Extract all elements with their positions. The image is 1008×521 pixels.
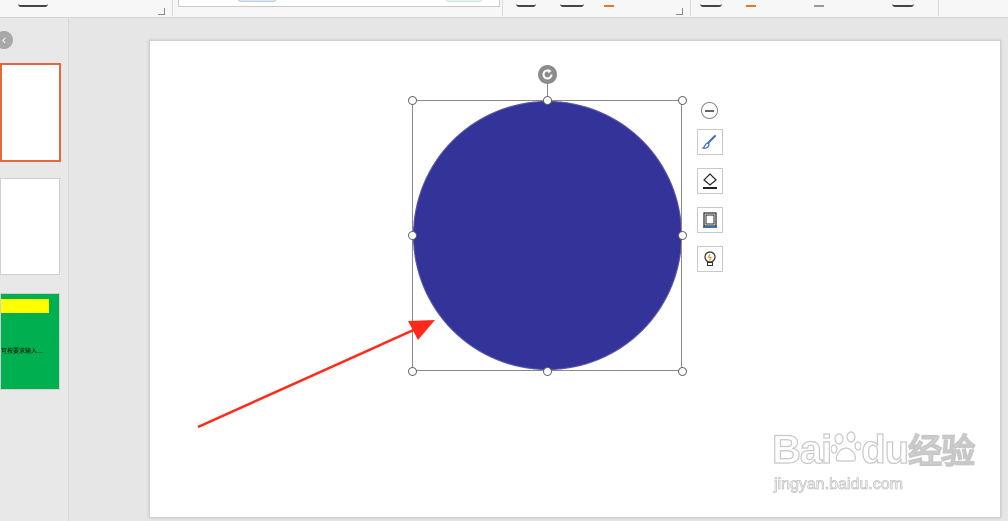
slide-thumbnail-panel[interactable]: ‹ 可按要求输入… xyxy=(0,18,69,521)
collapse-panel-icon[interactable]: ‹ xyxy=(0,31,13,49)
ribbon-divider xyxy=(690,0,691,16)
shape-fill-icon[interactable] xyxy=(746,0,756,7)
font-color-icon[interactable] xyxy=(604,0,614,7)
baidu-watermark: Bai du经验 jingyan.baidu.com xyxy=(771,410,975,500)
ribbon-text-fragment xyxy=(560,0,584,7)
ribbon-text-fragment xyxy=(700,0,722,7)
resize-handle-right[interactable] xyxy=(678,231,687,240)
thumbnail-text: 可按要求输入… xyxy=(1,349,44,355)
resize-handle-top[interactable] xyxy=(543,96,552,105)
annotation-arrow-icon xyxy=(197,320,435,429)
collapse-icon[interactable] xyxy=(701,102,718,119)
lightbulb-icon[interactable] xyxy=(697,246,723,272)
thumbnail-yellow-banner xyxy=(1,299,49,313)
brush-icon[interactable] xyxy=(697,129,723,155)
fill-bucket-icon[interactable] xyxy=(697,168,723,194)
circle-shape[interactable] xyxy=(413,101,682,370)
ribbon-text-fragment xyxy=(892,0,914,7)
outline-icon[interactable] xyxy=(697,207,723,233)
resize-handle-bottom-right[interactable] xyxy=(678,367,687,376)
rotate-handle-icon[interactable] xyxy=(538,65,557,84)
group-launcher-icon[interactable] xyxy=(158,8,165,15)
ribbon-text-fragment xyxy=(516,0,536,7)
resize-handle-left[interactable] xyxy=(408,231,417,240)
ribbon-divider xyxy=(938,0,939,16)
watermark-brand-du: du xyxy=(861,427,910,472)
watermark-brand: Bai du经验 xyxy=(771,424,976,473)
slide-thumbnail-3[interactable]: 可按要求输入… xyxy=(0,293,60,390)
shape-style-gallery[interactable] xyxy=(178,0,500,7)
ribbon-toolbar xyxy=(0,0,1008,18)
resize-handle-bottom[interactable] xyxy=(543,367,552,376)
ribbon-divider xyxy=(502,0,503,16)
slide-thumbnail-2[interactable] xyxy=(0,178,60,275)
paw-icon xyxy=(830,431,862,462)
style-swatch[interactable] xyxy=(237,0,277,2)
resize-handle-top-left[interactable] xyxy=(408,96,417,105)
watermark-brand-cn: 经验 xyxy=(908,432,976,471)
group-launcher-icon[interactable] xyxy=(676,8,683,15)
ribbon-divider xyxy=(172,0,173,16)
watermark-url: jingyan.baidu.com xyxy=(774,476,904,494)
style-swatch[interactable] xyxy=(445,0,483,2)
ribbon-text-fragment xyxy=(18,0,48,7)
resize-handle-top-right[interactable] xyxy=(678,96,687,105)
slide-thumbnail-1[interactable] xyxy=(0,63,61,162)
shape-outline-icon[interactable] xyxy=(814,0,824,7)
watermark-brand-latin: Bai xyxy=(771,427,832,472)
